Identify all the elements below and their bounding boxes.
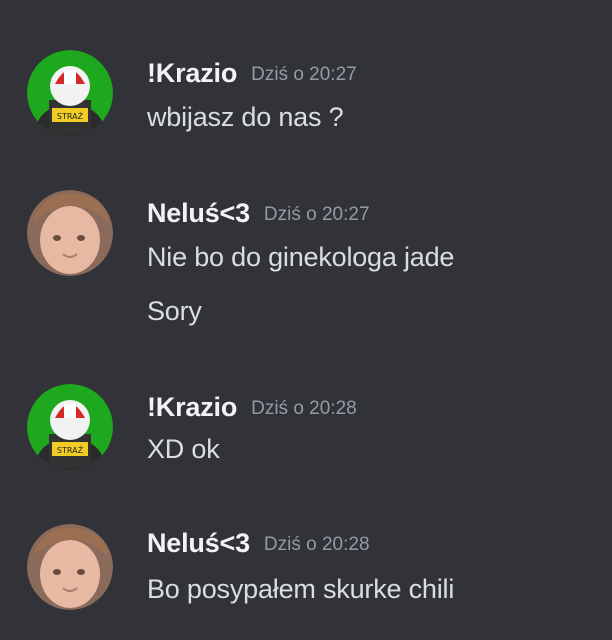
message-text: Nie bo do ginekologa jade <box>147 242 455 272</box>
message-text: XD ok <box>147 434 220 464</box>
timestamp[interactable]: Dziś o 20:28 <box>251 398 357 419</box>
message-header: !Krazio Dziś o 20:27 <box>147 58 357 89</box>
message-text: wbijasz do nas ? <box>147 102 344 132</box>
timestamp[interactable]: Dziś o 20:27 <box>251 64 357 85</box>
firefighter-avatar-icon[interactable]: STRAŻ <box>27 384 113 470</box>
timestamp[interactable]: Dziś o 20:27 <box>264 204 370 225</box>
username[interactable]: Neluś<3 <box>147 198 250 228</box>
user-photo-avatar-icon[interactable] <box>27 524 113 610</box>
username[interactable]: !Krazio <box>147 392 237 422</box>
username[interactable]: Neluś<3 <box>147 528 250 558</box>
avatar-badge: STRAŻ <box>57 445 84 455</box>
message-header: Neluś<3 Dziś o 20:28 <box>147 528 370 559</box>
message-header: !Krazio Dziś o 20:28 <box>147 392 357 423</box>
user-photo-avatar-icon[interactable] <box>27 190 113 276</box>
message-header: Neluś<3 Dziś o 20:27 <box>147 198 370 229</box>
firefighter-avatar-icon[interactable]: STRAŻ <box>27 50 113 136</box>
avatar-badge: STRAŻ <box>57 111 84 121</box>
message-text: Bo posypałem skurke chili <box>147 574 455 604</box>
timestamp[interactable]: Dziś o 20:28 <box>264 534 370 555</box>
message-text: Sory <box>147 296 202 326</box>
chat-messages-area: STRAŻ !Krazio Dziś o 20:27 wbijasz do nas… <box>0 0 612 640</box>
username[interactable]: !Krazio <box>147 58 237 88</box>
